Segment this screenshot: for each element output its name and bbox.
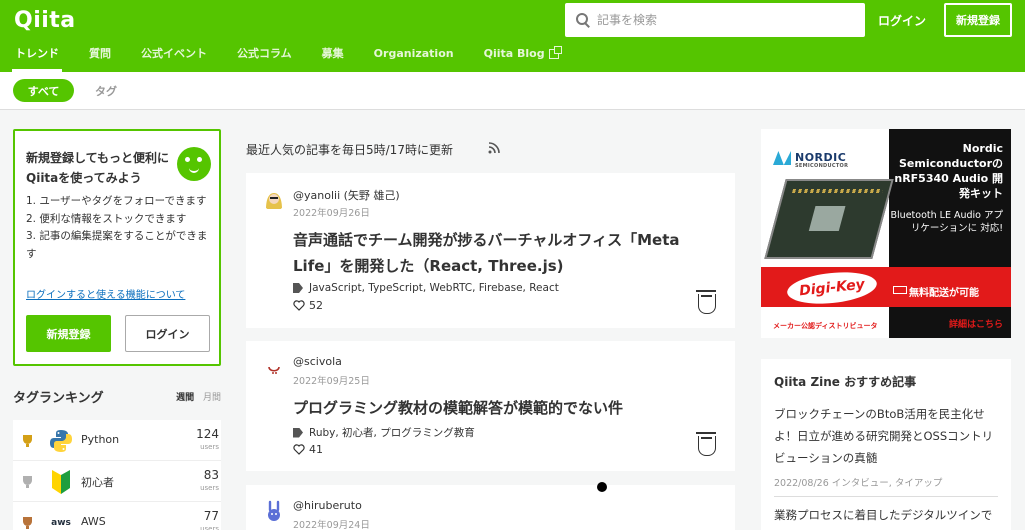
nav-tab-organization[interactable]: Organization — [359, 44, 469, 72]
nav-tab-qiita-blog[interactable]: Qiita Blog — [469, 44, 574, 72]
zine-article-meta: 2022/08/26 インタビュー, タイアップ — [774, 478, 943, 489]
tag-ranking-header: タグランキング 週間 月間 — [13, 387, 221, 406]
article-author[interactable]: @yanolii (矢野 雄己) — [293, 187, 400, 203]
article-card[interactable]: @hiruberuto 2022年09月24日 — [246, 485, 735, 530]
heart-icon — [293, 444, 305, 455]
ad-subline: Bluetooth LE Audio アプリケーションに 対応! — [890, 210, 1003, 234]
ad-detail-link[interactable]: 詳細はこちら — [949, 317, 1003, 330]
author-avatar[interactable] — [262, 355, 286, 379]
aws-logo-icon: aws — [51, 518, 71, 528]
nav-tab-official-columns[interactable]: 公式コラム — [222, 44, 307, 72]
ranking-user-count: 83 users — [200, 468, 219, 493]
search-input[interactable] — [597, 13, 857, 27]
nav-tab-questions[interactable]: 質問 — [74, 44, 126, 72]
qiita-logo[interactable]: Qiita — [14, 8, 76, 33]
truck-icon — [893, 286, 907, 294]
qiita-mascot-icon — [177, 147, 211, 181]
signup-promo-title: 新規登録してもっと便利にQiitaを使ってみよう — [26, 151, 170, 185]
like-count: 41 — [309, 443, 323, 456]
python-logo-icon — [47, 427, 75, 455]
ranking-tag-name: AWS — [81, 515, 106, 528]
ranking-row[interactable]: aws AWS 77 users — [13, 502, 221, 530]
ranking-user-count: 77 users — [200, 509, 219, 530]
article-author[interactable]: @hiruberuto — [293, 499, 362, 512]
benefit-item: 3. 記事の編集提案をすることができます — [26, 230, 208, 260]
article-tags: Ruby, 初心者, プログラミング教育 — [293, 425, 475, 440]
filter-tag-tab[interactable]: タグ — [95, 83, 117, 99]
nav-tab-trend[interactable]: トレンド — [0, 44, 74, 72]
article-date: 2022年09月26日 — [293, 208, 370, 219]
zine-article-link[interactable]: ブロックチェーンのBtoB活用を民主化せよ！日立が進める研究開発とOSSコントリ… — [774, 403, 1002, 469]
article-likes: 52 — [293, 299, 323, 312]
sponsor-ad-banner[interactable]: NORDIC SEMICONDUCTOR Digi-Key メーカー公認ディスト… — [761, 129, 1011, 338]
signup-button[interactable]: 新規登録 — [944, 3, 1012, 37]
beginner-mark-icon — [47, 468, 75, 496]
article-date: 2022年09月25日 — [293, 376, 370, 387]
search-box[interactable] — [565, 3, 865, 37]
article-title[interactable]: プログラミング教材の模範解答が模範的でない件 — [293, 395, 723, 421]
article-author[interactable]: @scivola — [293, 355, 342, 368]
benefit-item: 2. 便利な情報をストックできます — [26, 212, 187, 225]
login-features-link[interactable]: ログインすると使える機能について — [26, 286, 185, 301]
ad-brand: NORDIC SEMICONDUCTOR — [795, 151, 849, 169]
zine-article-link[interactable]: 業務プロセスに着目したデジタルツインで — [774, 504, 1002, 526]
stock-icon[interactable] — [696, 432, 716, 456]
nav-tab-recruit[interactable]: 募集 — [307, 44, 359, 72]
ranking-monthly-tab[interactable]: 月間 — [203, 393, 221, 403]
ad-headline: Nordic Semiconductorの nRF5340 Audio 開発キッ… — [894, 142, 1003, 200]
signup-promo-card: 新規登録してもっと便利にQiitaを使ってみよう 1. ユーザーやタグをフォロー… — [13, 129, 221, 366]
card-login-button[interactable]: ログイン — [125, 315, 210, 352]
article-date: 2022年09月24日 — [293, 520, 370, 530]
card-signup-button[interactable]: 新規登録 — [26, 315, 111, 352]
ad-maker-note: メーカー公認ディストリビュータ — [773, 322, 878, 330]
login-link[interactable]: ログイン — [878, 12, 926, 29]
tag-ranking-list: Python 124 users 初心者 83 users aws AWS 77 us… — [13, 420, 221, 530]
article-tag-list[interactable]: JavaScript, TypeScript, WebRTC, Firebase… — [309, 282, 559, 294]
benefit-list: 1. ユーザーやタグをフォローできます 2. 便利な情報をストックできます 3.… — [26, 193, 216, 263]
ranking-weekly-tab[interactable]: 週間 — [176, 393, 194, 403]
author-avatar[interactable] — [262, 187, 286, 211]
global-header: Qiita ログイン 新規登録 トレンド 質問 公式イベント 公式コラム 募集 … — [0, 0, 1025, 72]
tag-icon — [293, 427, 303, 438]
ranking-period-tabs: 週間 月間 — [176, 390, 221, 403]
ranking-row[interactable]: 初心者 83 users — [13, 461, 221, 502]
article-tags: JavaScript, TypeScript, WebRTC, Firebase… — [293, 282, 559, 294]
ad-free-shipping: 無料配送が可能 — [909, 288, 979, 299]
gold-trophy-icon — [23, 435, 32, 447]
divider — [774, 496, 998, 497]
main-nav: トレンド 質問 公式イベント 公式コラム 募集 Organization Qii… — [0, 44, 574, 72]
nav-tab-official-events[interactable]: 公式イベント — [126, 44, 222, 72]
stock-icon[interactable] — [696, 290, 716, 314]
like-count: 52 — [309, 299, 323, 312]
author-avatar[interactable] — [262, 499, 286, 523]
search-icon — [573, 10, 593, 30]
zine-title: Qiita Zine おすすめ記事 — [774, 375, 917, 389]
external-link-icon — [548, 46, 562, 59]
heart-icon — [293, 300, 305, 311]
filter-all-tab[interactable]: すべて — [13, 79, 74, 102]
article-title[interactable]: 音声通話でチーム開発が捗るバーチャルオフィス「Meta Life」を開発した（R… — [293, 227, 723, 279]
bronze-trophy-icon — [23, 517, 32, 529]
benefit-item: 1. ユーザーやタグをフォローできます — [26, 195, 207, 207]
article-likes: 41 — [293, 443, 323, 456]
dev-board-image — [764, 179, 894, 259]
ranking-tag-name: 初心者 — [81, 476, 114, 489]
rss-icon[interactable] — [488, 142, 500, 154]
ranking-row[interactable]: Python 124 users — [13, 420, 221, 461]
article-card[interactable]: @yanolii (矢野 雄己) 2022年09月26日 音声通話でチーム開発が… — [246, 173, 735, 328]
feed-update-note: 最近人気の記事を毎日5時/17時に更新 — [246, 143, 453, 157]
cursor-dot — [597, 482, 607, 492]
ranking-user-count: 124 users — [196, 427, 219, 452]
ranking-tag-name: Python — [81, 433, 120, 446]
sub-nav: すべて タグ — [0, 72, 1025, 110]
tag-icon — [293, 283, 303, 293]
article-card[interactable]: @scivola 2022年09月25日 プログラミング教材の模範解答が模範的で… — [246, 341, 735, 471]
article-tag-list[interactable]: Ruby, 初心者, プログラミング教育 — [309, 425, 475, 440]
silver-trophy-icon — [23, 476, 32, 488]
qiita-zine-panel: Qiita Zine おすすめ記事 ブロックチェーンのBtoB活用を民主化せよ！… — [761, 359, 1011, 530]
